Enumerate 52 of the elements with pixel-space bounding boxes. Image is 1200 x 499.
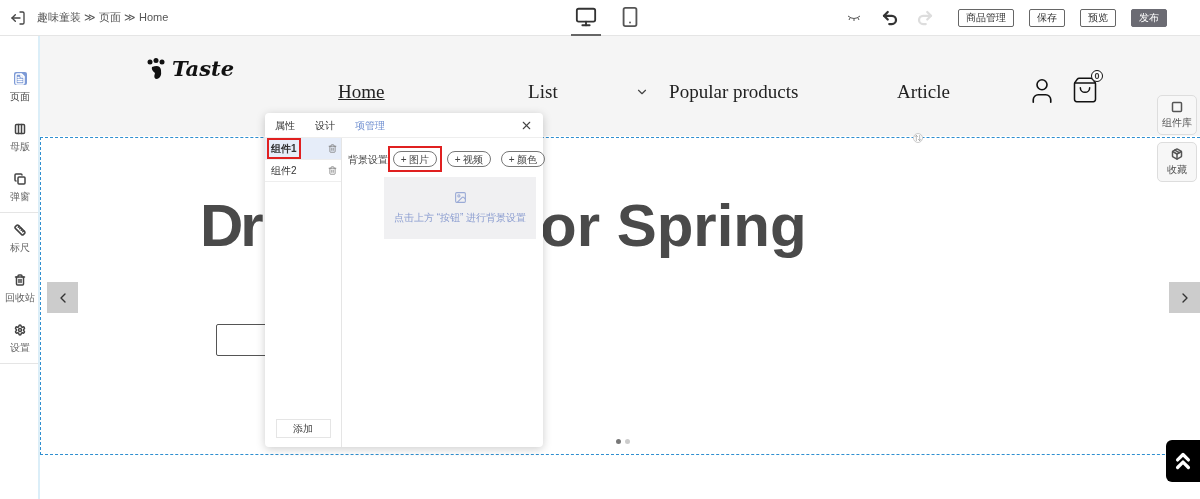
sidebar-item[interactable]: 回收站 xyxy=(0,273,40,305)
logo[interactable]: Taste xyxy=(172,53,235,85)
cart-badge: 0 xyxy=(1091,70,1104,83)
dialog-tab[interactable]: 属性 xyxy=(275,117,295,133)
banner-heading: or Spring xyxy=(540,196,807,256)
nav-link[interactable]: Home xyxy=(338,78,385,107)
sidebar-item[interactable]: 标尺 xyxy=(0,223,40,255)
columns-icon xyxy=(13,122,27,135)
toolbar-button[interactable]: 预览 xyxy=(1080,8,1116,27)
sidebar-item[interactable]: 母版 xyxy=(0,122,40,154)
exit-icon[interactable] xyxy=(10,9,26,26)
page-icon xyxy=(13,72,27,85)
nav-link[interactable]: Article xyxy=(897,78,950,107)
monitor-icon xyxy=(575,5,597,28)
side-tool-button[interactable]: 收藏 xyxy=(1157,142,1197,182)
toolbar-button[interactable]: 发布 xyxy=(1131,8,1167,27)
breadcrumb-item[interactable]: 趣味童装 xyxy=(37,9,81,26)
trash-icon[interactable] xyxy=(328,166,337,175)
component-item[interactable]: 组件2 xyxy=(265,160,341,182)
component-name: 组件1 xyxy=(269,140,299,157)
sidebar-item[interactable]: 页面 xyxy=(0,72,40,104)
image-icon xyxy=(453,191,467,204)
toolbar-button[interactable]: 保存 xyxy=(1029,8,1065,27)
add-button[interactable]: 添加 xyxy=(275,419,331,438)
component-item[interactable]: 组件1 xyxy=(265,138,341,160)
component-name: 组件2 xyxy=(270,164,298,178)
toolbar-button[interactable]: 商品管理 xyxy=(958,8,1014,27)
back-to-top-button[interactable] xyxy=(1166,440,1200,482)
nav-link[interactable]: Popular products xyxy=(669,78,799,107)
banner-heading: Dr xyxy=(200,192,261,259)
box-icon xyxy=(1171,147,1183,160)
breadcrumb-item: Home xyxy=(139,10,169,26)
side-tool-button[interactable]: 组件库 xyxy=(1157,95,1197,135)
resize-handle-icon[interactable] xyxy=(913,133,923,143)
add-background-button[interactable]: + 图片 xyxy=(388,146,442,172)
undo-icon[interactable] xyxy=(881,8,899,27)
eye-closed-icon[interactable] xyxy=(847,13,861,22)
breadcrumb-separator: ≫ xyxy=(124,10,136,26)
square-icon xyxy=(1171,100,1183,113)
dialog-tab[interactable]: 设计 xyxy=(315,117,335,133)
breadcrumb-separator: ≫ xyxy=(84,10,96,26)
breadcrumb-item[interactable]: 页面 xyxy=(99,9,121,26)
sidebar-item[interactable]: 弹窗 xyxy=(0,172,40,204)
copy-icon xyxy=(13,172,27,185)
ruler-icon xyxy=(13,223,27,236)
background-label: 背景设置 xyxy=(348,152,388,167)
nav-link[interactable]: List xyxy=(528,78,558,107)
trash-icon xyxy=(13,273,27,286)
sidebar-item[interactable]: 设置 xyxy=(0,323,40,355)
trash-icon[interactable] xyxy=(328,144,337,153)
settings-icon xyxy=(13,323,27,336)
hint-text: 点击上方 “按钮” 进行背景设置 xyxy=(393,211,527,225)
